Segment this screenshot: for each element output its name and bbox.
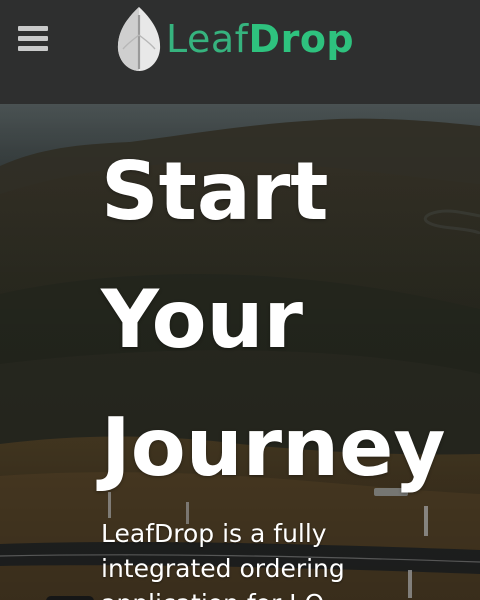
hero-section: Start Your Journey LeafDrop is a fully i… [0,104,480,600]
hamburger-menu-icon[interactable] [18,26,48,52]
hero-heading: Start Your Journey [101,128,446,512]
menu-line [18,26,48,31]
hero-description-line-1: LeafDrop is a fully [101,519,327,548]
brand-wordmark: LeafDrop [166,20,354,58]
hero-heading-line-1: Start [101,145,329,238]
menu-line [18,46,48,51]
hero-heading-line-2: Your [101,273,303,366]
bottom-indicator-pill [46,596,94,600]
brand-word-light: Leaf [166,17,249,61]
hero-description-line-2: integrated ordering [101,554,345,583]
hero-description-line-3: application for I O... [101,586,461,600]
leaf-logo-icon [117,7,161,71]
brand-logo-link[interactable]: LeafDrop [114,4,354,74]
hero-heading-line-3: Journey [101,401,446,494]
menu-line [18,36,48,41]
hero-description: LeafDrop is a fully integrated ordering … [101,516,461,600]
brand-word-bold: Drop [248,17,355,61]
app-screen: LeafDrop Start Your Journey LeafDrop is … [0,0,480,600]
top-navigation-bar: LeafDrop [0,0,480,104]
